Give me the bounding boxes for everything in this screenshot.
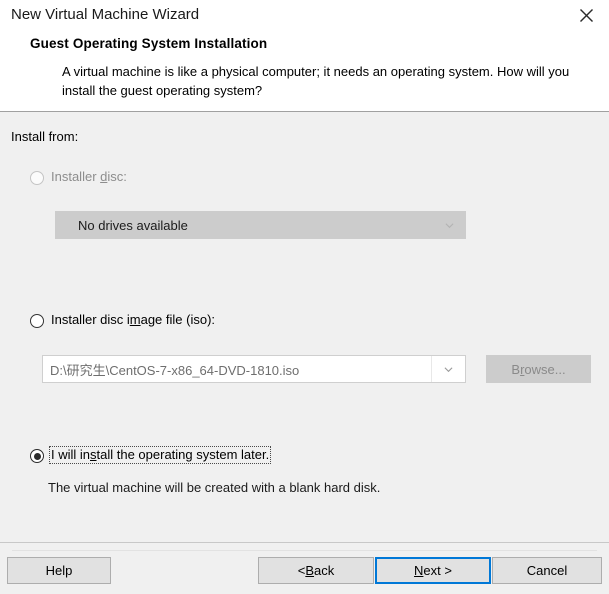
dialog-header: New Virtual Machine Wizard Guest Operati… [0,0,609,112]
footer-divider-inner [12,550,597,551]
dialog-content: Install from: Installer disc: No drives … [0,112,609,542]
close-window-button[interactable] [564,0,609,30]
dialog-footer: Help < Back Next > Cancel [0,542,609,594]
install-later-description: The virtual machine will be created with… [48,480,381,495]
chevron-down-icon [444,366,453,372]
radio-label-installer-iso: Installer disc image file (iso): [51,312,216,327]
radio-option-installer-iso[interactable]: Installer disc image file (iso): [30,312,215,328]
radio-label-installer-disc: Installer disc: [51,169,127,184]
radio-install-later[interactable] [30,449,44,463]
browse-button[interactable]: Br owse... [486,355,591,383]
radio-option-install-later[interactable]: I will install the operating system late… [30,446,272,464]
iso-path-value: D:\研究生\CentOS-7-x86_64-DVD-1810.iso [50,362,300,378]
page-description: A virtual machine is like a physical com… [62,64,570,98]
help-button[interactable]: Help [7,557,111,584]
cancel-button[interactable]: Cancel [492,557,602,584]
iso-path-arrow[interactable] [431,356,465,382]
footer-divider [0,542,609,543]
radio-label-install-later: I will install the operating system late… [48,446,272,464]
drive-select-value: No drives available [78,217,188,233]
radio-installer-disc[interactable] [30,171,44,185]
page-heading: Guest Operating System Installation [30,36,268,51]
back-button[interactable]: < Back [258,557,374,584]
iso-path-combobox[interactable]: D:\研究生\CentOS-7-x86_64-DVD-1810.iso [42,355,466,383]
radio-option-installer-disc[interactable]: Installer disc: [30,169,127,185]
drive-select-arrow[interactable] [432,211,466,239]
install-from-label: Install from: [11,129,79,144]
chevron-down-icon [445,222,453,228]
radio-installer-iso[interactable] [30,314,44,328]
close-x-icon [580,8,593,22]
title-bar: New Virtual Machine Wizard [0,0,609,30]
window-title: New Virtual Machine Wizard [11,6,200,23]
drive-select-combobox[interactable]: No drives available [55,211,466,239]
next-button[interactable]: Next > [375,557,491,584]
